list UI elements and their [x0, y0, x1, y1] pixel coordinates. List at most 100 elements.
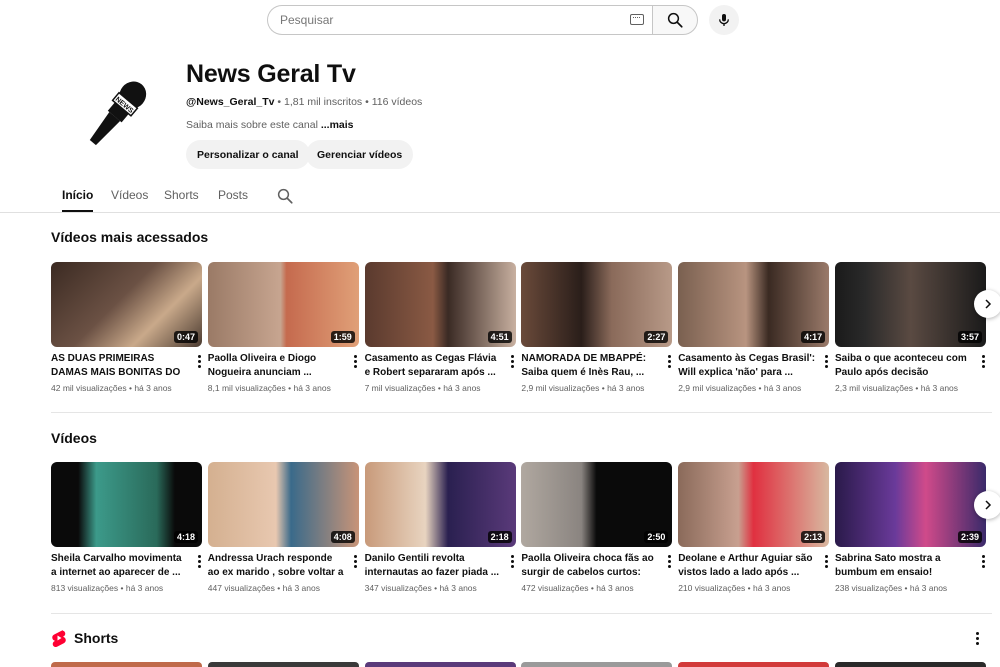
video-card[interactable]: 2:27 NAMORADA DE MBAPPÉ: Saiba quem é Inè…	[521, 262, 673, 402]
video-age: há 3 anos	[763, 383, 802, 393]
tab-home[interactable]: Início	[62, 188, 94, 212]
video-age: há 3 anos	[596, 583, 634, 593]
video-thumbnail[interactable]: 2:39	[835, 462, 986, 547]
short-thumbnail[interactable]	[365, 662, 516, 667]
video-age: há 3 anos	[439, 583, 477, 593]
video-thumbnail[interactable]: 2:27	[521, 262, 673, 347]
video-card[interactable]: 4:08 Andressa Urach responde ao ex marido…	[207, 462, 359, 602]
video-card[interactable]: 2:18 Danilo Gentili revolta internautas a…	[364, 462, 516, 602]
video-duration: 1:59	[330, 331, 355, 343]
microphone-icon	[719, 14, 729, 26]
video-views: 2,9 mil visualizações	[521, 383, 600, 393]
video-card[interactable]: 4:17 Casamento às Cegas Brasil': Will exp…	[678, 262, 830, 402]
short-thumbnail[interactable]	[51, 662, 202, 667]
video-card[interactable]: 1:59 Paolla Oliveira e Diogo Nogueira anu…	[207, 262, 359, 402]
tab-videos[interactable]: Vídeos	[111, 188, 148, 212]
chevron-right-icon	[985, 500, 992, 510]
short-thumbnail[interactable]	[835, 662, 986, 667]
more-options-icon[interactable]	[196, 555, 202, 569]
video-title[interactable]: Paolla Oliveira e Diogo Nogueira anuncia…	[208, 352, 346, 380]
more-options-icon[interactable]	[980, 355, 986, 369]
channel-search-icon[interactable]	[276, 187, 294, 205]
video-duration: 3:57	[957, 331, 982, 343]
channel-tabs: Início Vídeos Shorts Posts	[0, 180, 1000, 213]
video-thumbnail[interactable]: 1:59	[207, 262, 359, 347]
video-age: há 3 anos	[293, 383, 331, 393]
video-thumbnail[interactable]: 4:18	[51, 462, 202, 547]
video-card[interactable]: 2:50 Paolla Oliveira choca fãs ao surgir …	[521, 462, 673, 602]
video-age: há 3 anos	[607, 383, 645, 393]
video-thumbnail[interactable]: 2:13	[678, 462, 830, 547]
video-card[interactable]: 4:18 Sheila Carvalho movimenta a internet…	[51, 462, 202, 602]
more-options-icon[interactable]	[823, 555, 829, 569]
keyboard-icon[interactable]	[630, 14, 644, 25]
shorts-menu-icon[interactable]	[974, 632, 980, 646]
short-thumbnail[interactable]	[678, 662, 829, 667]
video-title[interactable]: AS DUAS PRIMEIRAS DAMAS MAIS BONITAS DO …	[51, 352, 189, 380]
search-box[interactable]	[267, 5, 652, 35]
video-title[interactable]: Deolane e Arthur Aguiar são vistos lado …	[678, 552, 816, 580]
video-card[interactable]: 2:39 Sabrina Sato mostra a bumbum em ensa…	[835, 462, 986, 602]
video-title[interactable]: Paolla Oliveira choca fãs ao surgir de c…	[521, 552, 659, 580]
video-age: há 3 anos	[443, 383, 481, 393]
more-options-icon[interactable]	[353, 555, 359, 569]
video-age: há 3 anos	[920, 383, 959, 393]
video-title[interactable]: Casamento as Cegas Flávia e Robert separ…	[365, 352, 503, 380]
video-title[interactable]: Casamento às Cegas Brasil': Will explica…	[678, 352, 816, 380]
channel-about-link[interactable]: Saiba mais sobre este canal ...mais	[186, 119, 354, 131]
search-icon	[667, 12, 683, 28]
about-text: Saiba mais sobre este canal	[186, 119, 318, 131]
video-thumbnail[interactable]: 4:51	[364, 262, 516, 347]
video-thumbnail[interactable]: 4:17	[678, 262, 830, 347]
short-thumbnail[interactable]	[521, 662, 672, 667]
more-options-icon[interactable]	[510, 355, 516, 369]
video-card[interactable]: 2:13 Deolane e Arthur Aguiar são vistos l…	[678, 462, 830, 602]
videos-next-button[interactable]	[974, 491, 1000, 519]
video-thumbnail[interactable]: 2:18	[364, 462, 516, 547]
more-options-icon[interactable]	[510, 555, 516, 569]
video-meta: 7 mil visualizações • há 3 anos	[365, 383, 481, 393]
short-thumbnail[interactable]	[208, 662, 359, 667]
video-title[interactable]: Saiba o que aconteceu com Paulo após dec…	[835, 352, 973, 380]
search-input[interactable]	[280, 13, 610, 27]
more-options-icon[interactable]	[666, 355, 672, 369]
section-title-shorts: Shorts	[74, 630, 119, 646]
video-duration: 2:39	[957, 531, 982, 543]
voice-search-button[interactable]	[709, 5, 739, 35]
news-microphone-logo: NEWS	[89, 81, 147, 146]
more-options-icon[interactable]	[666, 555, 672, 569]
more-options-icon[interactable]	[196, 355, 202, 369]
video-meta: 2,9 mil visualizações • há 3 anos	[521, 383, 644, 393]
meta-separator: •	[288, 383, 292, 393]
video-views: 447 visualizações	[207, 583, 275, 593]
section-divider	[51, 613, 992, 614]
video-thumbnail[interactable]: 2:50	[521, 462, 673, 547]
channel-avatar[interactable]: NEWS	[76, 75, 156, 155]
tab-shorts[interactable]: Shorts	[164, 188, 199, 212]
popular-next-button[interactable]	[974, 290, 1000, 318]
video-card[interactable]: 3:57 Saiba o que aconteceu com Paulo após…	[835, 262, 986, 402]
search-button[interactable]	[652, 5, 698, 35]
meta-separator: •	[758, 383, 762, 393]
customize-channel-button[interactable]: Personalizar o canal	[186, 140, 310, 169]
video-meta: 472 visualizações • há 3 anos	[521, 583, 633, 593]
video-title[interactable]: Andressa Urach responde ao ex marido , s…	[208, 552, 346, 580]
manage-videos-button[interactable]: Gerenciar vídeos	[306, 140, 414, 169]
video-thumbnail[interactable]: 0:47	[51, 262, 202, 347]
more-options-icon[interactable]	[980, 555, 986, 569]
video-age: há 3 anos	[134, 383, 172, 393]
video-thumbnail[interactable]: 3:57	[835, 262, 986, 347]
video-title[interactable]: Danilo Gentili revolta internautas ao fa…	[365, 552, 503, 580]
more-options-icon[interactable]	[823, 355, 829, 369]
video-age: há 3 anos	[909, 583, 948, 593]
video-card[interactable]: 4:51 Casamento as Cegas Flávia e Robert s…	[364, 262, 516, 402]
video-duration: 2:13	[801, 531, 826, 543]
video-title[interactable]: NAMORADA DE MBAPPÉ: Saiba quem é Inès Ra…	[521, 352, 659, 380]
video-thumbnail[interactable]: 4:08	[207, 462, 359, 547]
tab-posts[interactable]: Posts	[218, 188, 248, 212]
video-title[interactable]: Sabrina Sato mostra a bumbum em ensaio!	[835, 552, 973, 580]
video-title[interactable]: Sheila Carvalho movimenta a internet ao …	[51, 552, 189, 580]
video-duration: 4:08	[330, 531, 355, 543]
more-options-icon[interactable]	[353, 355, 359, 369]
video-card[interactable]: 0:47 AS DUAS PRIMEIRAS DAMAS MAIS BONITAS…	[51, 262, 202, 402]
